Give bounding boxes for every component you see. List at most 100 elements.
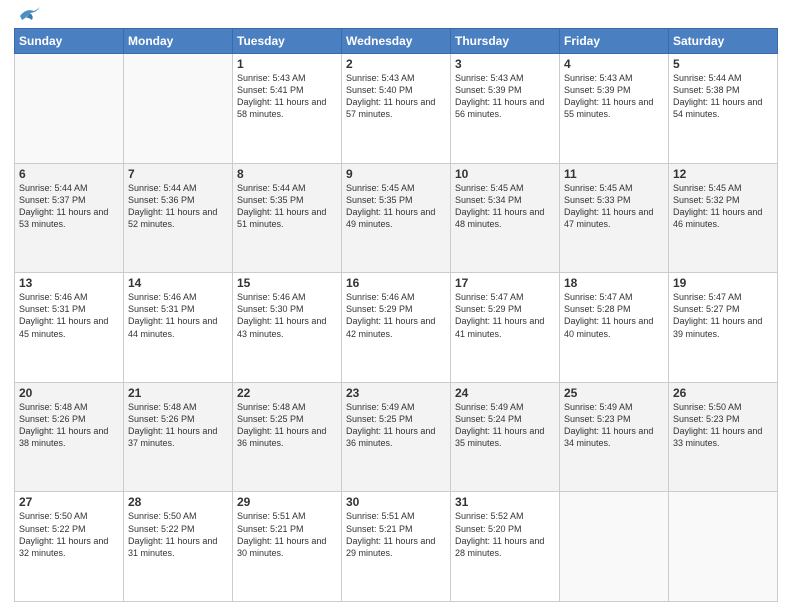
day-number: 8 — [237, 167, 337, 181]
calendar-cell: 16Sunrise: 5:46 AMSunset: 5:29 PMDayligh… — [342, 273, 451, 383]
calendar-cell: 10Sunrise: 5:45 AMSunset: 5:34 PMDayligh… — [451, 163, 560, 273]
day-header-sunday: Sunday — [15, 29, 124, 54]
day-number: 13 — [19, 276, 119, 290]
cell-info: Sunrise: 5:43 AMSunset: 5:40 PMDaylight:… — [346, 72, 446, 121]
day-header-thursday: Thursday — [451, 29, 560, 54]
day-number: 10 — [455, 167, 555, 181]
cell-info: Sunrise: 5:45 AMSunset: 5:32 PMDaylight:… — [673, 182, 773, 231]
calendar-cell: 7Sunrise: 5:44 AMSunset: 5:36 PMDaylight… — [124, 163, 233, 273]
calendar-cell: 29Sunrise: 5:51 AMSunset: 5:21 PMDayligh… — [233, 492, 342, 602]
calendar-week-row: 20Sunrise: 5:48 AMSunset: 5:26 PMDayligh… — [15, 382, 778, 492]
day-number: 23 — [346, 386, 446, 400]
cell-info: Sunrise: 5:50 AMSunset: 5:22 PMDaylight:… — [19, 510, 119, 559]
day-number: 30 — [346, 495, 446, 509]
day-number: 19 — [673, 276, 773, 290]
cell-info: Sunrise: 5:43 AMSunset: 5:39 PMDaylight:… — [564, 72, 664, 121]
calendar-cell — [669, 492, 778, 602]
calendar-week-row: 6Sunrise: 5:44 AMSunset: 5:37 PMDaylight… — [15, 163, 778, 273]
calendar-cell: 24Sunrise: 5:49 AMSunset: 5:24 PMDayligh… — [451, 382, 560, 492]
logo-bird-icon — [16, 6, 42, 26]
day-number: 11 — [564, 167, 664, 181]
cell-info: Sunrise: 5:46 AMSunset: 5:29 PMDaylight:… — [346, 291, 446, 340]
cell-info: Sunrise: 5:44 AMSunset: 5:35 PMDaylight:… — [237, 182, 337, 231]
day-number: 9 — [346, 167, 446, 181]
calendar-cell — [15, 54, 124, 164]
cell-info: Sunrise: 5:48 AMSunset: 5:26 PMDaylight:… — [19, 401, 119, 450]
day-number: 24 — [455, 386, 555, 400]
calendar-cell: 21Sunrise: 5:48 AMSunset: 5:26 PMDayligh… — [124, 382, 233, 492]
calendar-cell: 2Sunrise: 5:43 AMSunset: 5:40 PMDaylight… — [342, 54, 451, 164]
logo — [14, 10, 42, 22]
cell-info: Sunrise: 5:45 AMSunset: 5:33 PMDaylight:… — [564, 182, 664, 231]
calendar-cell: 18Sunrise: 5:47 AMSunset: 5:28 PMDayligh… — [560, 273, 669, 383]
day-number: 27 — [19, 495, 119, 509]
day-number: 4 — [564, 57, 664, 71]
calendar-cell — [560, 492, 669, 602]
day-header-tuesday: Tuesday — [233, 29, 342, 54]
page: SundayMondayTuesdayWednesdayThursdayFrid… — [0, 0, 792, 612]
cell-info: Sunrise: 5:48 AMSunset: 5:25 PMDaylight:… — [237, 401, 337, 450]
cell-info: Sunrise: 5:47 AMSunset: 5:27 PMDaylight:… — [673, 291, 773, 340]
day-number: 17 — [455, 276, 555, 290]
cell-info: Sunrise: 5:44 AMSunset: 5:38 PMDaylight:… — [673, 72, 773, 121]
calendar-cell: 9Sunrise: 5:45 AMSunset: 5:35 PMDaylight… — [342, 163, 451, 273]
calendar-week-row: 27Sunrise: 5:50 AMSunset: 5:22 PMDayligh… — [15, 492, 778, 602]
day-header-wednesday: Wednesday — [342, 29, 451, 54]
cell-info: Sunrise: 5:49 AMSunset: 5:25 PMDaylight:… — [346, 401, 446, 450]
calendar-table: SundayMondayTuesdayWednesdayThursdayFrid… — [14, 28, 778, 602]
calendar-cell: 17Sunrise: 5:47 AMSunset: 5:29 PMDayligh… — [451, 273, 560, 383]
calendar-cell: 26Sunrise: 5:50 AMSunset: 5:23 PMDayligh… — [669, 382, 778, 492]
day-number: 2 — [346, 57, 446, 71]
calendar-cell: 4Sunrise: 5:43 AMSunset: 5:39 PMDaylight… — [560, 54, 669, 164]
calendar-cell: 19Sunrise: 5:47 AMSunset: 5:27 PMDayligh… — [669, 273, 778, 383]
calendar-cell: 28Sunrise: 5:50 AMSunset: 5:22 PMDayligh… — [124, 492, 233, 602]
calendar-cell: 5Sunrise: 5:44 AMSunset: 5:38 PMDaylight… — [669, 54, 778, 164]
cell-info: Sunrise: 5:44 AMSunset: 5:36 PMDaylight:… — [128, 182, 228, 231]
cell-info: Sunrise: 5:45 AMSunset: 5:35 PMDaylight:… — [346, 182, 446, 231]
calendar-cell — [124, 54, 233, 164]
cell-info: Sunrise: 5:44 AMSunset: 5:37 PMDaylight:… — [19, 182, 119, 231]
cell-info: Sunrise: 5:46 AMSunset: 5:30 PMDaylight:… — [237, 291, 337, 340]
cell-info: Sunrise: 5:46 AMSunset: 5:31 PMDaylight:… — [128, 291, 228, 340]
day-number: 21 — [128, 386, 228, 400]
day-header-monday: Monday — [124, 29, 233, 54]
cell-info: Sunrise: 5:43 AMSunset: 5:39 PMDaylight:… — [455, 72, 555, 121]
day-number: 28 — [128, 495, 228, 509]
day-number: 20 — [19, 386, 119, 400]
day-header-friday: Friday — [560, 29, 669, 54]
calendar-header-row: SundayMondayTuesdayWednesdayThursdayFrid… — [15, 29, 778, 54]
day-number: 12 — [673, 167, 773, 181]
cell-info: Sunrise: 5:48 AMSunset: 5:26 PMDaylight:… — [128, 401, 228, 450]
calendar-cell: 15Sunrise: 5:46 AMSunset: 5:30 PMDayligh… — [233, 273, 342, 383]
cell-info: Sunrise: 5:45 AMSunset: 5:34 PMDaylight:… — [455, 182, 555, 231]
calendar-cell: 6Sunrise: 5:44 AMSunset: 5:37 PMDaylight… — [15, 163, 124, 273]
calendar-cell: 1Sunrise: 5:43 AMSunset: 5:41 PMDaylight… — [233, 54, 342, 164]
day-number: 29 — [237, 495, 337, 509]
cell-info: Sunrise: 5:47 AMSunset: 5:28 PMDaylight:… — [564, 291, 664, 340]
calendar-cell: 13Sunrise: 5:46 AMSunset: 5:31 PMDayligh… — [15, 273, 124, 383]
cell-info: Sunrise: 5:51 AMSunset: 5:21 PMDaylight:… — [237, 510, 337, 559]
calendar-cell: 25Sunrise: 5:49 AMSunset: 5:23 PMDayligh… — [560, 382, 669, 492]
calendar-cell: 11Sunrise: 5:45 AMSunset: 5:33 PMDayligh… — [560, 163, 669, 273]
day-number: 18 — [564, 276, 664, 290]
calendar-cell: 12Sunrise: 5:45 AMSunset: 5:32 PMDayligh… — [669, 163, 778, 273]
cell-info: Sunrise: 5:50 AMSunset: 5:22 PMDaylight:… — [128, 510, 228, 559]
header — [14, 10, 778, 22]
calendar-week-row: 13Sunrise: 5:46 AMSunset: 5:31 PMDayligh… — [15, 273, 778, 383]
calendar-cell: 20Sunrise: 5:48 AMSunset: 5:26 PMDayligh… — [15, 382, 124, 492]
cell-info: Sunrise: 5:49 AMSunset: 5:23 PMDaylight:… — [564, 401, 664, 450]
cell-info: Sunrise: 5:46 AMSunset: 5:31 PMDaylight:… — [19, 291, 119, 340]
cell-info: Sunrise: 5:52 AMSunset: 5:20 PMDaylight:… — [455, 510, 555, 559]
calendar-cell: 30Sunrise: 5:51 AMSunset: 5:21 PMDayligh… — [342, 492, 451, 602]
cell-info: Sunrise: 5:49 AMSunset: 5:24 PMDaylight:… — [455, 401, 555, 450]
cell-info: Sunrise: 5:43 AMSunset: 5:41 PMDaylight:… — [237, 72, 337, 121]
calendar-cell: 3Sunrise: 5:43 AMSunset: 5:39 PMDaylight… — [451, 54, 560, 164]
day-number: 15 — [237, 276, 337, 290]
day-number: 6 — [19, 167, 119, 181]
calendar-cell: 31Sunrise: 5:52 AMSunset: 5:20 PMDayligh… — [451, 492, 560, 602]
day-number: 1 — [237, 57, 337, 71]
day-number: 16 — [346, 276, 446, 290]
calendar-cell: 22Sunrise: 5:48 AMSunset: 5:25 PMDayligh… — [233, 382, 342, 492]
cell-info: Sunrise: 5:50 AMSunset: 5:23 PMDaylight:… — [673, 401, 773, 450]
day-number: 3 — [455, 57, 555, 71]
